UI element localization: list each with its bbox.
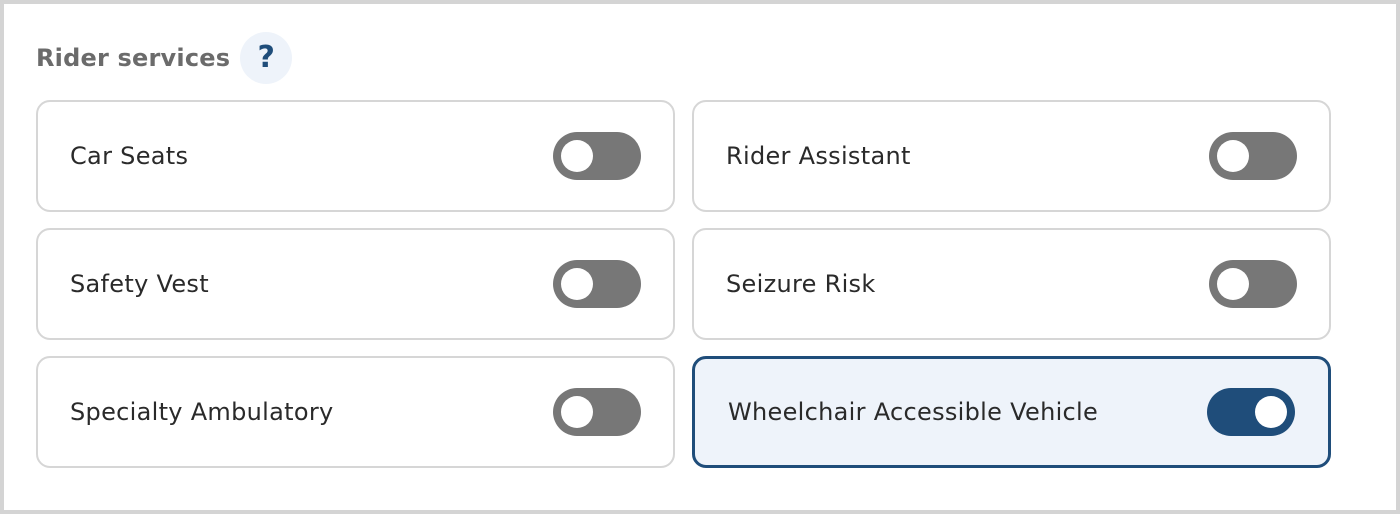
rider-assistant-toggle[interactable] bbox=[1209, 132, 1297, 180]
service-label: Wheelchair Accessible Vehicle bbox=[728, 398, 1099, 426]
service-label: Rider Assistant bbox=[726, 142, 911, 170]
safety-vest-toggle[interactable] bbox=[553, 260, 641, 308]
seizure-risk-toggle[interactable] bbox=[1209, 260, 1297, 308]
toggle-knob bbox=[1255, 396, 1287, 428]
toggle-knob bbox=[561, 268, 593, 300]
service-label: Seizure Risk bbox=[726, 270, 876, 298]
toggle-knob bbox=[561, 140, 593, 172]
help-button[interactable]: ? bbox=[240, 32, 293, 84]
section-title: Rider services bbox=[36, 44, 231, 72]
service-card-specialty-ambulatory[interactable]: Specialty Ambulatory bbox=[36, 356, 675, 468]
service-card-seizure-risk[interactable]: Seizure Risk bbox=[692, 228, 1331, 340]
service-card-car-seats[interactable]: Car Seats bbox=[36, 100, 675, 212]
service-label: Car Seats bbox=[70, 142, 189, 170]
service-card-rider-assistant[interactable]: Rider Assistant bbox=[692, 100, 1331, 212]
toggle-knob bbox=[561, 396, 593, 428]
service-card-wheelchair-accessible-vehicle[interactable]: Wheelchair Accessible Vehicle bbox=[692, 356, 1331, 468]
service-label: Safety Vest bbox=[70, 270, 209, 298]
specialty-ambulatory-toggle[interactable] bbox=[553, 388, 641, 436]
section-header: Rider services ? bbox=[36, 32, 293, 84]
service-label: Specialty Ambulatory bbox=[70, 398, 334, 426]
rider-services-panel: Rider services ? Car Seats Rider Assista… bbox=[0, 0, 1400, 514]
toggle-knob bbox=[1217, 140, 1249, 172]
car-seats-toggle[interactable] bbox=[553, 132, 641, 180]
wheelchair-accessible-vehicle-toggle[interactable] bbox=[1207, 388, 1295, 436]
toggle-knob bbox=[1217, 268, 1249, 300]
question-mark-icon: ? bbox=[257, 40, 275, 75]
service-card-safety-vest[interactable]: Safety Vest bbox=[36, 228, 675, 340]
